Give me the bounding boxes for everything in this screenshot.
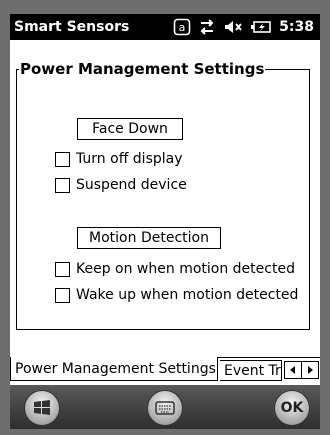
keyboard-icon <box>155 401 175 415</box>
start-button[interactable] <box>24 390 60 426</box>
softkey-bar: OK <box>10 385 320 429</box>
tab-strip: Power Management Settings Event Tr <box>10 355 320 385</box>
checkbox-label: Wake up when motion detected <box>76 287 299 303</box>
device-screen: Smart Sensors a 5:38 Power Management Se… <box>0 0 330 435</box>
arrow-right-icon <box>308 366 313 374</box>
checkbox-box[interactable] <box>55 287 70 303</box>
power-management-groupbox: Power Management Settings Face Down Turn… <box>16 60 310 330</box>
input-mode-icon: a <box>173 18 191 36</box>
groupbox-title: Power Management Settings <box>20 60 265 78</box>
checkbox-label: Turn off display <box>76 151 183 167</box>
keyboard-button[interactable] <box>147 390 183 426</box>
tab-power-management[interactable]: Power Management Settings <box>10 357 218 381</box>
face-down-button[interactable]: Face Down <box>77 118 183 140</box>
ok-label: OK <box>280 400 304 416</box>
windows-logo-icon <box>34 400 50 415</box>
battery-charging-icon <box>250 18 272 36</box>
title-bar: Smart Sensors a 5:38 <box>10 14 320 40</box>
wake-up-motion-checkbox[interactable]: Wake up when motion detected <box>55 287 298 303</box>
checkbox-label: Keep on when motion detected <box>76 261 295 277</box>
tab-event-triggers[interactable]: Event Tr <box>220 360 282 381</box>
clock: 5:38 <box>279 19 314 35</box>
checkbox-box[interactable] <box>55 261 70 277</box>
ok-button[interactable]: OK <box>274 390 310 426</box>
tab-scroll-left-button[interactable] <box>284 361 302 379</box>
checkbox-box[interactable] <box>55 151 70 167</box>
data-connection-icon <box>198 18 216 36</box>
status-icons: a 5:38 <box>173 18 314 36</box>
app-title: Smart Sensors <box>14 19 130 35</box>
content-area: Power Management Settings Face Down Turn… <box>10 40 320 355</box>
suspend-device-checkbox[interactable]: Suspend device <box>55 177 187 193</box>
svg-text:a: a <box>179 21 186 34</box>
checkbox-box[interactable] <box>55 177 70 193</box>
tab-scroll-right-button[interactable] <box>301 361 319 379</box>
turn-off-display-checkbox[interactable]: Turn off display <box>55 151 183 167</box>
keep-on-motion-checkbox[interactable]: Keep on when motion detected <box>55 261 295 277</box>
checkbox-label: Suspend device <box>76 177 187 193</box>
arrow-left-icon <box>290 366 295 374</box>
volume-muted-icon <box>223 18 243 36</box>
motion-detection-button[interactable]: Motion Detection <box>77 227 221 249</box>
